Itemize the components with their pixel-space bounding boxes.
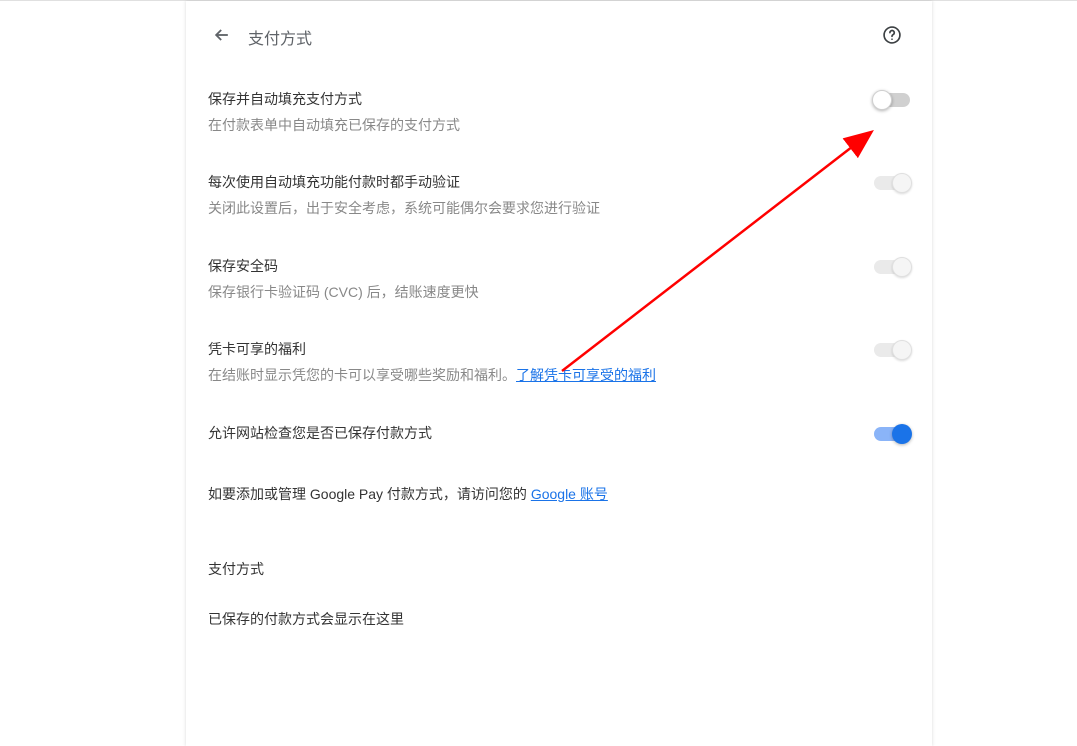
- gpay-note-prefix: 如要添加或管理 Google Pay 付款方式，请访问您的: [208, 486, 531, 502]
- setting-allow-site-check: 允许网站检查您是否已保存付款方式: [208, 407, 910, 468]
- setting-verify: 每次使用自动填充功能付款时都手动验证 关闭此设置后，出于安全考虑，系统可能偶尔会…: [208, 156, 910, 239]
- toggle-knob: [892, 424, 912, 444]
- toggle-save-fill[interactable]: [874, 93, 910, 107]
- setting-title: 凭卡可享的福利: [208, 339, 844, 360]
- setting-save-fill: 保存并自动填充支付方式 在付款表单中自动填充已保存的支付方式: [208, 73, 910, 156]
- setting-save-cvc: 保存安全码 保存银行卡验证码 (CVC) 后，结账速度更快: [208, 240, 910, 323]
- google-account-link[interactable]: Google 账号: [531, 486, 608, 502]
- arrow-left-icon: [212, 25, 232, 50]
- toggle-knob: [892, 173, 912, 193]
- gpay-note: 如要添加或管理 Google Pay 付款方式，请访问您的 Google 账号: [186, 468, 932, 525]
- saved-methods-heading: 支付方式: [186, 525, 932, 591]
- settings-panel: 支付方式 保存并自动填充支付方式 在付款表单中自动填充已保存的支付方式: [186, 1, 932, 746]
- help-icon: [882, 25, 902, 50]
- setting-title: 每次使用自动填充功能付款时都手动验证: [208, 172, 844, 193]
- toggle-save-cvc[interactable]: [874, 260, 910, 274]
- setting-desc: 关闭此设置后，出于安全考虑，系统可能偶尔会要求您进行验证: [208, 197, 844, 219]
- setting-card-benefits: 凭卡可享的福利 在结账时显示凭您的卡可以享受哪些奖励和福利。了解凭卡可享受的福利: [208, 323, 910, 406]
- toggle-knob: [872, 90, 892, 110]
- setting-title: 允许网站检查您是否已保存付款方式: [208, 423, 844, 444]
- back-button[interactable]: [204, 19, 240, 55]
- setting-desc: 在结账时显示凭您的卡可以享受哪些奖励和福利。了解凭卡可享受的福利: [208, 364, 844, 386]
- toggle-allow-site-check[interactable]: [874, 427, 910, 441]
- setting-desc: 在付款表单中自动填充已保存的支付方式: [208, 114, 844, 136]
- panel-header: 支付方式: [186, 1, 932, 73]
- setting-desc: 保存银行卡验证码 (CVC) 后，结账速度更快: [208, 281, 844, 303]
- page-title: 支付方式: [248, 25, 874, 49]
- help-button[interactable]: [874, 19, 910, 55]
- setting-title: 保存并自动填充支付方式: [208, 89, 844, 110]
- toggle-card-benefits[interactable]: [874, 343, 910, 357]
- card-benefits-link[interactable]: 了解凭卡可享受的福利: [516, 367, 656, 383]
- setting-title: 保存安全码: [208, 256, 844, 277]
- toggle-knob: [892, 257, 912, 277]
- saved-methods-empty: 已保存的付款方式会显示在这里: [186, 591, 932, 647]
- toggle-verify[interactable]: [874, 176, 910, 190]
- toggle-knob: [892, 340, 912, 360]
- setting-desc-prefix: 在结账时显示凭您的卡可以享受哪些奖励和福利。: [208, 367, 516, 383]
